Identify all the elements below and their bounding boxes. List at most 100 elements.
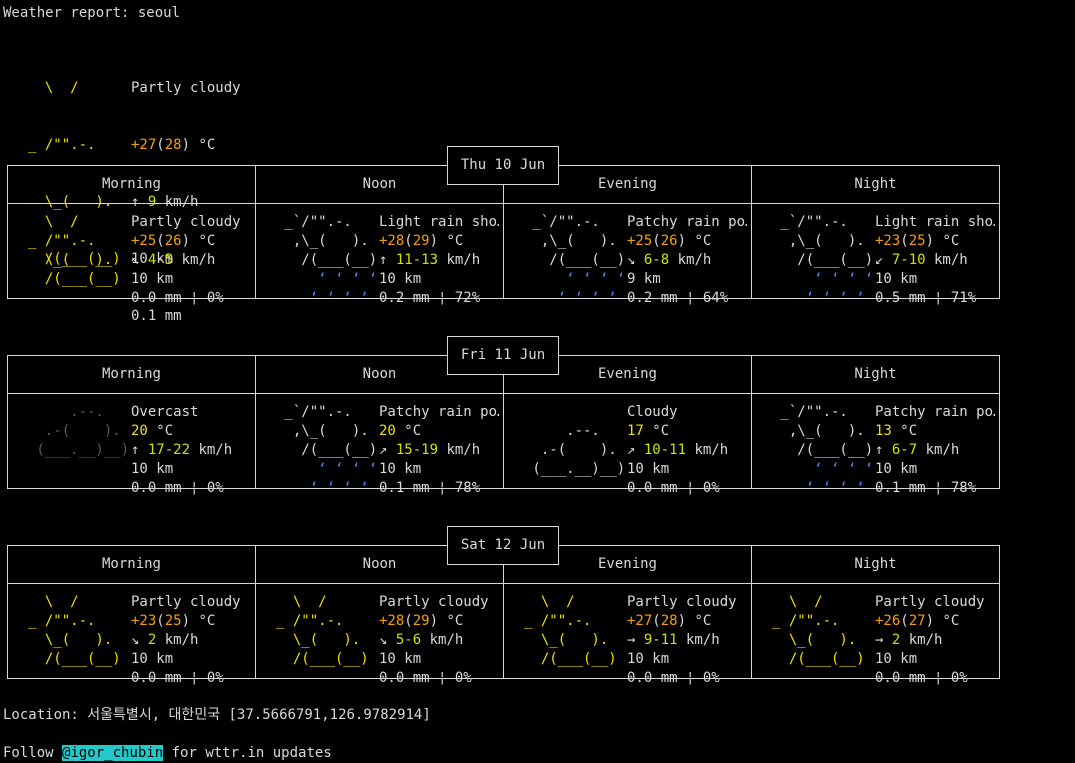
visibility: 9 km xyxy=(627,271,661,287)
period-cell: _`/"".-. ,\_( ). /(___(__) ʻ ʻ ʻ ʻ ʻ ʻ ʻ… xyxy=(256,394,503,496)
wind: ↘ 5-6 km/h xyxy=(379,632,464,648)
period-weather: Patchy rain po… +25(26) °C ↘ 6-8 km/h 9 km 0… xyxy=(627,213,747,308)
wind: ↑ 17-22 km/h xyxy=(131,442,233,458)
condition: Patchy rain po… xyxy=(379,404,499,420)
temperature: +25(26) °C xyxy=(131,233,216,249)
report-title: Weather report: seoul xyxy=(3,5,181,21)
period-weather: Patchy rain po… 13 °C ↑ 6-7 km/h 10 km 0.1 m… xyxy=(875,403,995,498)
period-label: Morning xyxy=(101,556,161,572)
period-cell: \ / _ /"".-. \_( ). /(___(__) Partly clo… xyxy=(256,584,503,686)
twitter-handle-link[interactable]: @igor_chubin xyxy=(62,745,164,761)
condition: Partly cloudy xyxy=(379,594,489,610)
precipitation: 0.1 mm ¦ 78% xyxy=(875,480,977,496)
precipitation: 0.2 mm ¦ 72% xyxy=(379,290,481,306)
weather-sun-icon: \ / _ /"".-. \_( ). /(___(__) xyxy=(772,594,874,667)
precipitation: 0.0 mm ¦ 0% xyxy=(875,670,968,686)
wind: ↗ 10-11 km/h xyxy=(627,442,729,458)
current-condition: Partly cloudy xyxy=(131,80,241,96)
visibility: 10 km xyxy=(627,461,670,477)
visibility: 10 km xyxy=(627,651,670,667)
visibility: 10 km xyxy=(875,271,918,287)
visibility: 10 km xyxy=(379,651,422,667)
forecast-date: Fri 11 Jun xyxy=(447,336,559,375)
forecast-table: Morning Noon Evening Night .--. .-( ). (___… xyxy=(7,355,1000,496)
period-cell: .--. .-( ). (___.__)__) Cloudy 17 °C ↗ 10-1… xyxy=(504,394,751,496)
wind: ↑ 11-13 km/h xyxy=(379,252,481,268)
period-cell: \ / _ /"".-. \_( ). /(___(__) Partly clo… xyxy=(8,204,255,306)
period-weather: Light rain sho… +23(25) °C ↙ 7-10 km/h 10 k… xyxy=(875,213,995,308)
period-cell: _`/"".-. ,\_( ). /(___(__) ʻ ʻ ʻ ʻ ʻ ʻ ʻ… xyxy=(752,204,999,306)
precipitation: 0.0 mm ¦ 0% xyxy=(627,670,720,686)
wind: ↗ 15-19 km/h xyxy=(379,442,481,458)
visibility: 10 km xyxy=(131,651,174,667)
precipitation: 0.0 mm ¦ 0% xyxy=(131,480,224,496)
period-weather: Partly cloudy +27(28) °C → 9-11 km/h 10 km 0… xyxy=(627,593,747,688)
weather-sun-icon: \ / _ /"".-. \_( ). /(___(__) xyxy=(28,214,130,287)
precipitation: 0.0 mm ¦ 0% xyxy=(131,670,224,686)
wind: → 2 km/h xyxy=(875,632,943,648)
temperature: 20 °C xyxy=(379,423,422,439)
temperature: 20 °C xyxy=(131,423,174,439)
condition: Patchy rain po… xyxy=(875,404,995,420)
precipitation: 0.2 mm ¦ 64% xyxy=(627,290,729,306)
temperature: +25(26) °C xyxy=(627,233,712,249)
period-weather: Light rain sho… +28(29) °C ↑ 11-13 km/h 10 … xyxy=(379,213,499,308)
wind: ↑ 6-7 km/h xyxy=(875,442,960,458)
period-cell: \ / _ /"".-. \_( ). /(___(__) Partly clo… xyxy=(8,584,255,686)
weather-rain-icon: _`/"".-. ,\_( ). /(___(__) ʻ ʻ ʻ ʻ ʻ ʻ ʻ… xyxy=(772,214,874,306)
current-precipitation: 0.1 mm xyxy=(131,308,182,324)
visibility: 10 km xyxy=(131,271,174,287)
period-weather: Cloudy 17 °C ↗ 10-11 km/h 10 km 0.0 mm ¦ 0% xyxy=(627,403,747,498)
period-weather: Overcast 20 °C ↑ 17-22 km/h 10 km 0.0 mm ¦ 0… xyxy=(131,403,251,498)
period-label: Night xyxy=(854,366,897,382)
period-label: Morning xyxy=(101,176,161,192)
period-weather: Partly cloudy +25(26) °C ↖ 4-5 km/h 10 km 0.… xyxy=(131,213,251,308)
forecast-day: Fri 11 Jun Morning Noon Evening Night .--. .… xyxy=(7,336,1000,496)
weather-sun-icon: \ / _ /"".-. \_( ). /(___(__) xyxy=(28,594,130,667)
period-weather: Partly cloudy +23(25) °C ↘ 2 km/h 10 km 0.0 … xyxy=(131,593,251,688)
location-line: Location: 서울특별시, 대한민국 [37.5666791,126.97… xyxy=(3,707,431,723)
weather-rain-icon: _`/"".-. ,\_( ). /(___(__) ʻ ʻ ʻ ʻ ʻ ʻ ʻ… xyxy=(276,404,378,496)
wind: ↘ 6-8 km/h xyxy=(627,252,712,268)
forecast-table: Morning Noon Evening Night \ / _ /"".-. \_(… xyxy=(7,165,1000,306)
condition: Overcast xyxy=(131,404,199,420)
forecast-date: Thu 10 Jun xyxy=(447,146,559,185)
precipitation: 0.0 mm ¦ 0% xyxy=(131,290,224,306)
temperature: +26(27) °C xyxy=(875,613,960,629)
temperature: +23(25) °C xyxy=(875,233,960,249)
condition: Partly cloudy xyxy=(627,594,737,610)
weather-cloud-icon: .--. .-( ). (___.__)__) xyxy=(524,423,626,477)
condition: Partly cloudy xyxy=(131,214,241,230)
period-weather: Patchy rain po… 20 °C ↗ 15-19 km/h 10 km 0.1… xyxy=(379,403,499,498)
visibility: 10 km xyxy=(875,651,918,667)
forecast-day: Sat 12 Jun Morning Noon Evening Night \ / _ … xyxy=(7,526,1000,686)
wind: ↙ 7-10 km/h xyxy=(875,252,968,268)
forecast-day: Thu 10 Jun Morning Noon Evening Night \ / _ … xyxy=(7,146,1000,306)
condition: Light rain sho… xyxy=(379,214,499,230)
precipitation: 0.0 mm ¦ 0% xyxy=(627,480,720,496)
period-cell: _`/"".-. ,\_( ). /(___(__) ʻ ʻ ʻ ʻ ʻ ʻ ʻ… xyxy=(256,204,503,306)
period-cell: .--. .-( ). (___.__)__) Overcast 20 °C ↑ 17… xyxy=(8,394,255,496)
weather-rain-icon: _`/"".-. ,\_( ). /(___(__) ʻ ʻ ʻ ʻ ʻ ʻ ʻ… xyxy=(276,214,378,306)
condition: Light rain sho… xyxy=(875,214,995,230)
wind: ↘ 2 km/h xyxy=(131,632,199,648)
period-weather: Partly cloudy +28(29) °C ↘ 5-6 km/h 10 km 0.… xyxy=(379,593,499,688)
period-weather: Partly cloudy +26(27) °C → 2 km/h 10 km 0.0 … xyxy=(875,593,995,688)
period-label: Night xyxy=(854,556,897,572)
visibility: 10 km xyxy=(875,461,918,477)
period-cell: \ / _ /"".-. \_( ). /(___(__) Partly clo… xyxy=(504,584,751,686)
weather-sun-icon: \ / _ /"".-. \_( ). /(___(__) xyxy=(524,594,626,667)
visibility: 10 km xyxy=(131,461,174,477)
period-cell: _`/"".-. ,\_( ). /(___(__) ʻ ʻ ʻ ʻ ʻ ʻ ʻ… xyxy=(504,204,751,306)
visibility: 10 km xyxy=(379,461,422,477)
weather-rain-icon: _`/"".-. ,\_( ). /(___(__) ʻ ʻ ʻ ʻ ʻ ʻ ʻ… xyxy=(524,214,626,306)
period-cell: \ / _ /"".-. \_( ). /(___(__) Partly clo… xyxy=(752,584,999,686)
visibility: 10 km xyxy=(379,271,422,287)
wind: ↖ 4-5 km/h xyxy=(131,252,216,268)
weather-sun-icon: \ / _ /"".-. \_( ). /(___(__) xyxy=(276,594,378,667)
follow-line: Follow @igor_chubin for wttr.in updates xyxy=(3,745,332,761)
temperature: +27(28) °C xyxy=(627,613,712,629)
weather-rain-icon: _`/"".-. ,\_( ). /(___(__) ʻ ʻ ʻ ʻ ʻ ʻ ʻ… xyxy=(772,404,874,496)
condition: Cloudy xyxy=(627,404,678,420)
period-label: Night xyxy=(854,176,897,192)
